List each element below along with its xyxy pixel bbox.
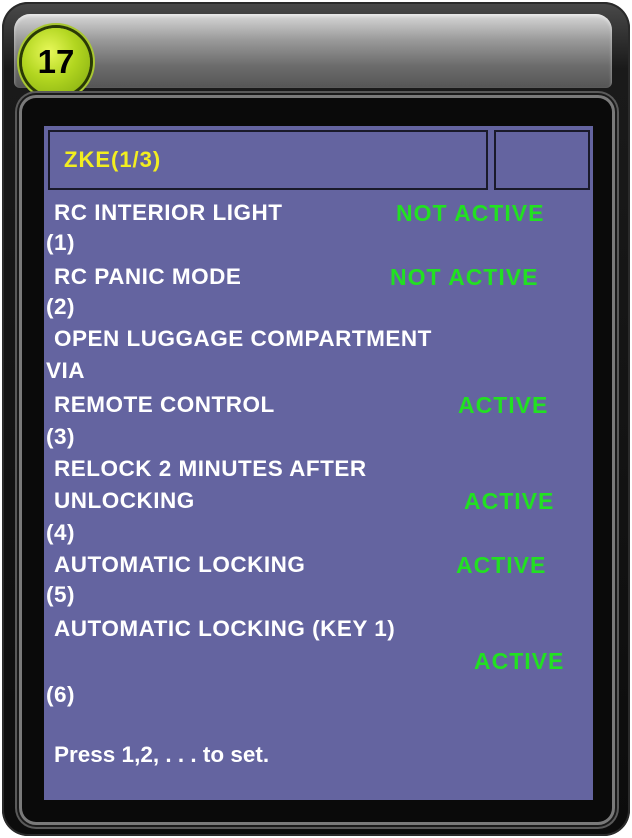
item-label: RC PANIC MODE xyxy=(54,264,242,289)
item-label: REMOTE CONTROL xyxy=(54,392,275,417)
item-number: (5) xyxy=(46,582,75,607)
item-status: ACTIVE xyxy=(474,648,565,674)
menu-header: ZKE(1/3) xyxy=(48,130,488,190)
item-number: (6) xyxy=(46,682,75,707)
item-status: ACTIVE xyxy=(464,488,555,514)
item-label: OPEN LUGGAGE COMPARTMENT xyxy=(54,326,432,351)
header-side-box xyxy=(494,130,590,190)
item-label: AUTOMATIC LOCKING xyxy=(54,552,306,577)
menu-screen: ZKE(1/3) RC INTERIOR LIGHT NOT ACTIVE (1… xyxy=(44,126,593,800)
instruction-text: Press 1,2, . . . to set. xyxy=(54,742,270,767)
item-label: UNLOCKING xyxy=(54,488,195,513)
item-status: NOT ACTIVE xyxy=(396,200,545,226)
page-number-badge: 17 xyxy=(22,28,90,96)
item-label: RELOCK 2 MINUTES AFTER xyxy=(54,456,367,481)
item-number: (1) xyxy=(46,230,75,255)
item-number: (3) xyxy=(46,424,75,449)
menu-title: ZKE(1/3) xyxy=(64,147,162,172)
title-bar xyxy=(14,14,612,88)
item-label: VIA xyxy=(46,358,86,383)
item-number: (2) xyxy=(46,294,75,319)
item-label: AUTOMATIC LOCKING (KEY 1) xyxy=(54,616,396,641)
item-status: NOT ACTIVE xyxy=(390,264,539,290)
item-label: RC INTERIOR LIGHT xyxy=(54,200,283,225)
item-status: ACTIVE xyxy=(456,552,547,578)
item-status: ACTIVE xyxy=(458,392,549,418)
item-number: (4) xyxy=(46,520,75,545)
